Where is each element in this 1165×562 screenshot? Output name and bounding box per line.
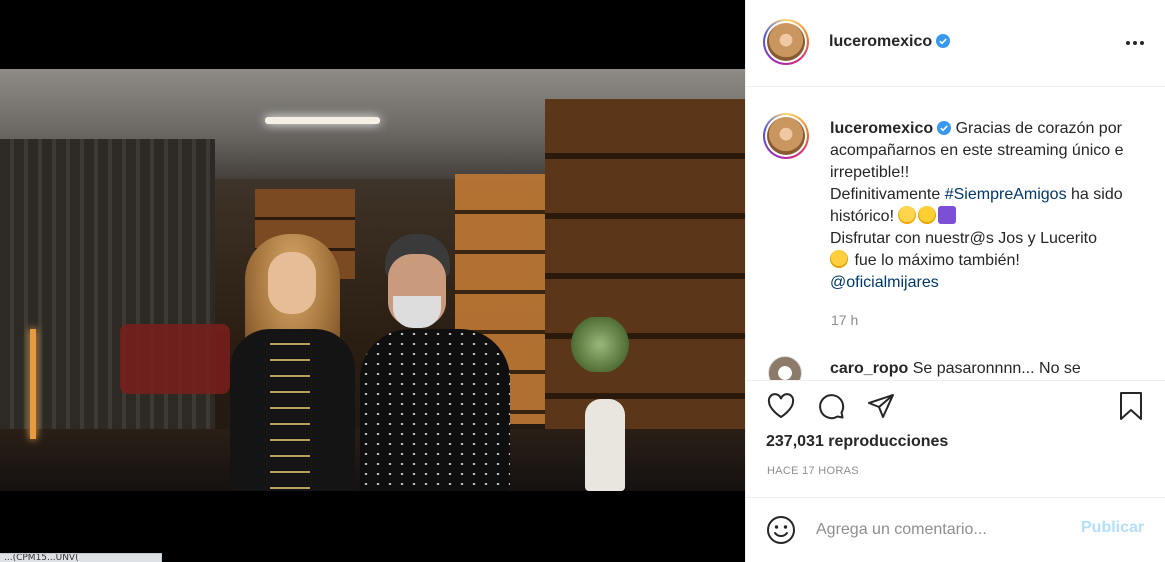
heart-eyes-emoji-icon (918, 206, 937, 224)
smiling-hearts-emoji-icon (830, 250, 848, 268)
video-scene-plant (570, 317, 630, 372)
media-pane: ...(CPM15...UNV( (0, 0, 745, 562)
post-actions: 237,031 reproducciones HACE 17 HORAS (746, 380, 1165, 500)
comment-icon (819, 394, 845, 420)
comment-avatar[interactable] (768, 356, 802, 380)
video-scene-lamp (30, 329, 36, 439)
comment-username[interactable]: caro_ropo (830, 360, 908, 377)
video-person-right (355, 234, 515, 491)
more-icon (1126, 41, 1144, 45)
caption-avatar[interactable] (763, 113, 809, 159)
more-options-button[interactable] (1122, 30, 1148, 56)
mention-link[interactable]: @oficialmijares (830, 274, 939, 291)
post-caption: luceromexico Gracias de corazón por acom… (830, 118, 1130, 294)
smiling-face-emoji-icon (898, 206, 917, 224)
header-username-row: luceromexico (829, 33, 951, 51)
avatar (767, 23, 805, 61)
verified-badge-icon (936, 34, 951, 48)
caption-line-4: fue lo máximo también! (854, 252, 1020, 269)
caption-username[interactable]: luceromexico (830, 120, 933, 137)
view-count[interactable]: 237,031 reproducciones (766, 433, 948, 451)
share-icon (868, 394, 894, 418)
post-header: luceromexico (746, 0, 1165, 87)
like-button[interactable] (764, 389, 798, 423)
comments-section: luceromexico Gracias de corazón por acom… (746, 88, 1165, 380)
avatar (767, 117, 805, 155)
comment-text: Se pasaronnnn... No se (912, 360, 1081, 377)
video-scene-statue (585, 399, 625, 491)
like-icon (767, 393, 795, 419)
browser-status-url: ...(CPM15...UNV( (0, 553, 162, 562)
emoji-icon (767, 516, 795, 544)
save-button[interactable] (1114, 389, 1148, 423)
post-time-ago[interactable]: HACE 17 HORAS (767, 465, 859, 477)
comment-input[interactable] (816, 516, 1066, 544)
verified-badge-icon (937, 121, 952, 135)
caption-line-2-pre: Definitivamente (830, 186, 941, 203)
add-comment-bar: Publicar (746, 497, 1165, 562)
video-scene-drums (120, 324, 230, 394)
video-person-left (220, 234, 360, 491)
publish-button[interactable]: Publicar (1081, 519, 1144, 537)
comment-button[interactable] (814, 389, 848, 423)
comment-item: caro_ropo Se pasaronnnn... No se (830, 360, 1081, 378)
emoji-picker-button[interactable] (766, 515, 796, 545)
hashtag-link[interactable]: #SiempreAmigos (945, 186, 1067, 203)
caption-line-3: Disfrutar con nuestr@s Jos y Lucerito (830, 230, 1098, 247)
music-notes-emoji-icon (938, 206, 957, 224)
share-button[interactable] (864, 389, 898, 423)
video-player[interactable] (0, 69, 745, 491)
header-username[interactable]: luceromexico (829, 33, 932, 50)
caption-timestamp[interactable]: 17 h (831, 312, 858, 328)
header-avatar[interactable] (763, 19, 809, 65)
save-icon (1120, 392, 1142, 420)
post-panel: luceromexico luceromexico Gracias de cor… (745, 0, 1165, 562)
